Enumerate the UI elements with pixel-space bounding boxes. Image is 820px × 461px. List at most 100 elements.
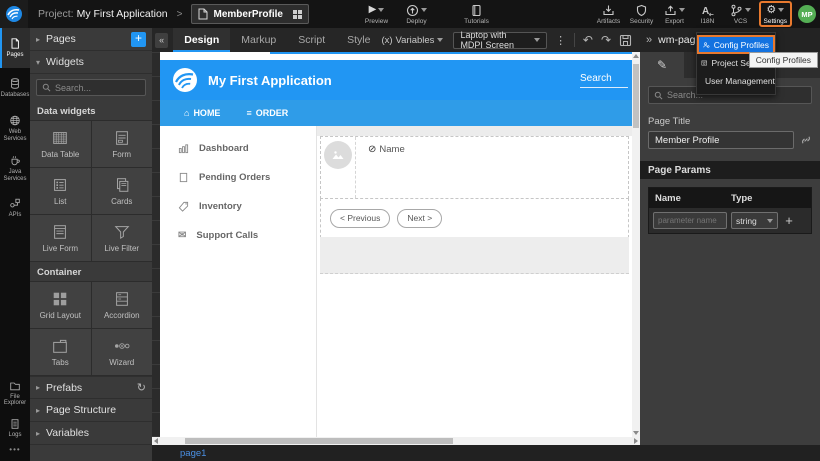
bar-chart-icon	[178, 143, 189, 154]
menu-item-user-management[interactable]: User Management	[697, 72, 775, 90]
sidenav-item-dashboard[interactable]: Dashboard	[160, 134, 316, 163]
widget-tile-cards[interactable]: Cards	[92, 168, 153, 214]
tab-style[interactable]: Style	[336, 28, 381, 52]
previous-button[interactable]: < Previous	[330, 209, 390, 228]
sidebar-item-web-services[interactable]: Web Services	[0, 108, 30, 148]
chevron-down-icon	[378, 8, 384, 12]
settings-button[interactable]: ⚙ Settings	[759, 1, 793, 27]
sidebar-item-file-explorer[interactable]: File Explorer	[0, 375, 30, 411]
status-bar: page1	[152, 445, 820, 461]
scroll-up-arrow[interactable]	[633, 54, 639, 58]
vertical-scrollbar[interactable]	[632, 52, 640, 437]
empty-layout-strip	[320, 237, 629, 274]
page-canvas[interactable]: My First Application Search ⌂ HOME ≡ ORD…	[160, 52, 632, 437]
sidebar-item-apis[interactable]: APIs	[0, 188, 30, 228]
open-page-tab[interactable]: page1	[180, 448, 206, 459]
sidenav-item-inventory[interactable]: Inventory	[160, 192, 316, 221]
image-placeholder[interactable]	[324, 141, 352, 169]
card-name-field[interactable]: ⊘ Name	[356, 137, 405, 198]
project-label: Project:	[38, 8, 74, 20]
page-params-row: string +	[649, 208, 811, 233]
horizontal-scrollbar[interactable]	[152, 437, 640, 445]
pages-accordion[interactable]: ▸ Pages +	[30, 28, 152, 51]
widget-tile-grid-layout[interactable]: Grid Layout	[30, 282, 91, 328]
param-name-input[interactable]	[653, 212, 727, 229]
add-page-button[interactable]: +	[131, 32, 146, 47]
undo-button[interactable]: ↶	[583, 34, 593, 46]
sidebar-item-java-services[interactable]: Java Services	[0, 148, 30, 188]
widget-tile-form[interactable]: Form	[92, 121, 153, 167]
bind-link-icon[interactable]	[800, 134, 812, 146]
vertical-scroll-thumb[interactable]	[633, 64, 639, 128]
sidebar-item-pages[interactable]: Pages	[0, 28, 30, 68]
i18n-button[interactable]: A I18N	[693, 3, 723, 25]
tab-properties-edit[interactable]: ✎	[640, 52, 684, 78]
sidenav-item-support-calls[interactable]: ✉ Support Calls	[160, 221, 316, 250]
more-options-icon[interactable]: •••	[0, 445, 30, 461]
menu-icon: ≡	[246, 108, 251, 118]
breadcrumb-chevron-icon: >	[177, 9, 183, 20]
preview-button[interactable]: ▶ Preview	[361, 3, 391, 25]
device-selector[interactable]: Laptop with MDPI Screen	[453, 32, 547, 49]
nav-item-home[interactable]: ⌂ HOME	[184, 108, 220, 118]
kebab-menu-icon[interactable]: ⋮	[555, 34, 566, 47]
app-preview-header[interactable]: My First Application Search	[160, 60, 632, 100]
scroll-left-arrow[interactable]	[154, 438, 158, 444]
widgets-accordion[interactable]: ▾ Widgets	[30, 51, 152, 74]
globe-icon	[9, 114, 21, 127]
prefabs-accordion[interactable]: ▸ Prefabs ↻	[30, 376, 152, 399]
refresh-icon[interactable]: ↻	[137, 381, 146, 394]
widget-tile-live-filter[interactable]: Live Filter	[92, 215, 153, 261]
page-title-input[interactable]	[648, 131, 794, 149]
widget-tile-accordion[interactable]: Accordion	[92, 282, 153, 328]
variables-accordion[interactable]: ▸ Variables	[30, 422, 152, 445]
list-item-card[interactable]: ⊘ Name	[320, 136, 629, 199]
tag-icon	[178, 201, 189, 212]
tab-markup[interactable]: Markup	[230, 28, 287, 52]
app-search-input[interactable]: Search	[580, 73, 628, 88]
topbar-left-actions: ▶ Preview Deploy	[361, 3, 491, 25]
tab-design[interactable]: Design	[173, 28, 230, 52]
horizontal-scroll-thumb[interactable]	[185, 438, 453, 444]
param-type-select[interactable]: string	[731, 212, 778, 229]
wavemaker-logo[interactable]	[0, 0, 28, 28]
deploy-icon	[406, 4, 419, 17]
page-selector-dropdown[interactable]: MemberProfile	[191, 4, 309, 24]
picture-icon	[331, 149, 345, 161]
save-button[interactable]	[619, 34, 632, 47]
user-avatar[interactable]: MP	[798, 5, 816, 23]
topbar-right-actions: Artifacts Security Export	[594, 1, 817, 27]
security-button[interactable]: Security	[627, 3, 657, 25]
wavemaker-logo-icon	[5, 5, 23, 23]
widget-tile-wizard[interactable]: Wizard	[92, 329, 153, 375]
nav-item-order[interactable]: ≡ ORDER	[246, 108, 288, 118]
next-button[interactable]: Next >	[397, 209, 442, 228]
collapse-left-panel-button[interactable]: «	[155, 33, 168, 48]
artifacts-button[interactable]: Artifacts	[594, 3, 624, 25]
redo-button[interactable]: ↷	[601, 34, 611, 46]
page-structure-accordion[interactable]: ▸ Page Structure	[30, 399, 152, 422]
vcs-button[interactable]: VCS	[726, 3, 756, 25]
sidebar-item-databases[interactable]: Databases	[0, 68, 30, 108]
sidenav-item-pending-orders[interactable]: Pending Orders	[160, 163, 316, 192]
sidebar-spacer	[0, 228, 30, 375]
tutorials-button[interactable]: Tutorials	[461, 3, 491, 25]
export-button[interactable]: Export	[660, 3, 690, 25]
widget-tile-live-form[interactable]: Live Form	[30, 215, 91, 261]
add-param-button[interactable]: +	[782, 213, 796, 228]
collapse-right-panel-button[interactable]: »	[646, 34, 652, 46]
widget-tile-list[interactable]: List	[30, 168, 91, 214]
document-icon	[178, 172, 189, 183]
variables-button[interactable]: (x) Variables	[381, 35, 443, 46]
config-profiles-icon	[703, 40, 710, 50]
scroll-down-arrow[interactable]	[633, 431, 639, 435]
tab-script[interactable]: Script	[287, 28, 336, 52]
widget-search-input[interactable]: Search...	[36, 79, 146, 96]
page-params-table-header: Name Type	[649, 188, 811, 208]
widget-tile-data-table[interactable]: Data Table	[30, 121, 91, 167]
sidebar-item-logs[interactable]: Logs	[0, 411, 30, 445]
scroll-right-arrow[interactable]	[634, 438, 638, 444]
toolbar-divider	[574, 33, 575, 47]
deploy-button[interactable]: Deploy	[401, 3, 431, 25]
widget-tile-tabs[interactable]: Tabs	[30, 329, 91, 375]
